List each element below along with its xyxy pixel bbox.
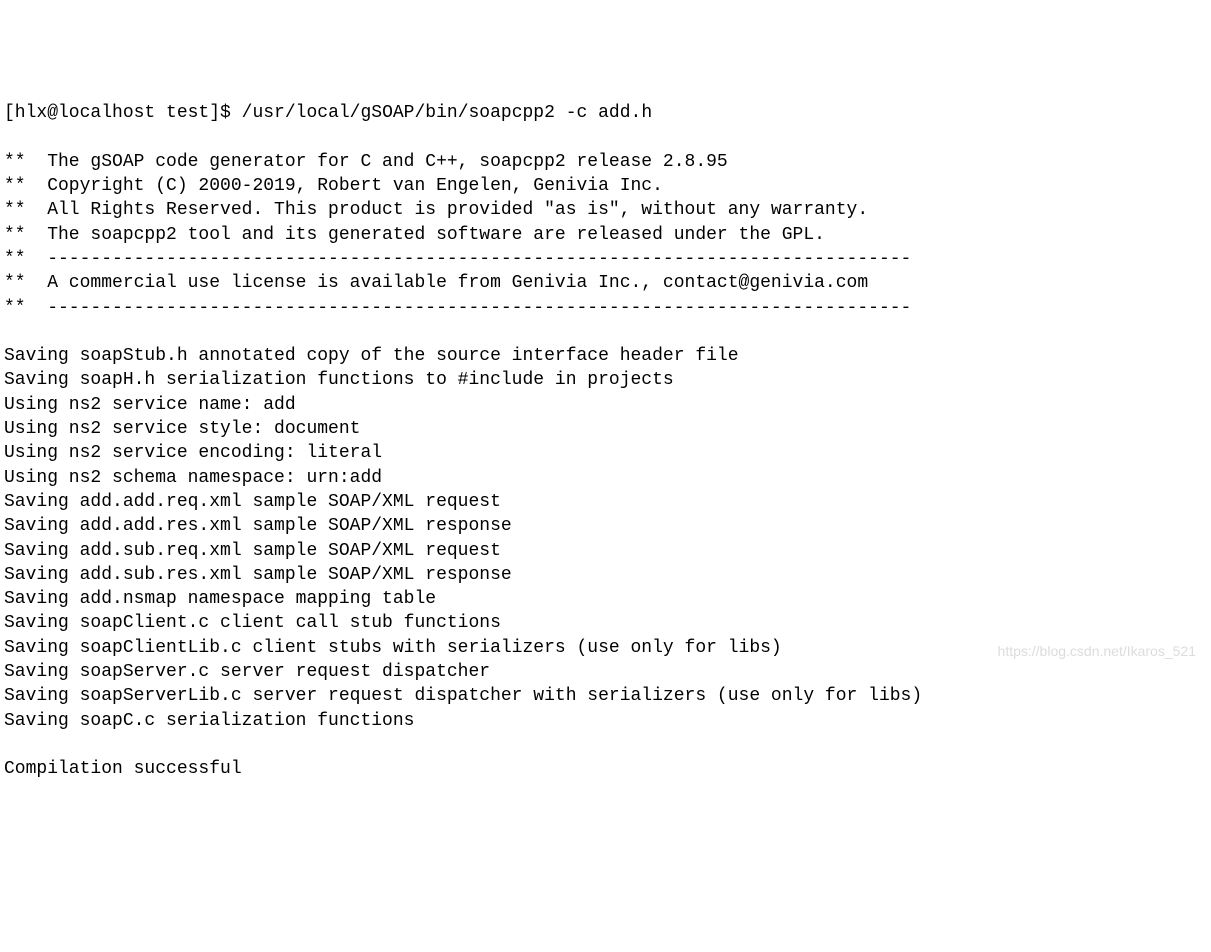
- banner-line: ** -------------------------------------…: [4, 298, 911, 318]
- output-line: Saving soapH.h serialization functions t…: [4, 370, 674, 390]
- banner-line: ** The soapcpp2 tool and its generated s…: [4, 225, 825, 245]
- output-line: Saving add.nsmap namespace mapping table: [4, 589, 436, 609]
- compilation-result: Compilation successful: [4, 759, 242, 779]
- output-line: Saving add.sub.req.xml sample SOAP/XML r…: [4, 541, 501, 561]
- output-line: Saving soapServer.c server request dispa…: [4, 662, 490, 682]
- output-line: Using ns2 service style: document: [4, 419, 360, 439]
- banner-line: ** All Rights Reserved. This product is …: [4, 200, 868, 220]
- output-line: Saving soapC.c serialization functions: [4, 711, 414, 731]
- output-line: Using ns2 service encoding: literal: [4, 443, 382, 463]
- banner-line: ** A commercial use license is available…: [4, 273, 868, 293]
- output-line: Saving add.add.req.xml sample SOAP/XML r…: [4, 492, 501, 512]
- output-line: Saving soapClient.c client call stub fun…: [4, 613, 501, 633]
- output-line: Saving soapClientLib.c client stubs with…: [4, 638, 782, 658]
- banner-line: ** Copyright (C) 2000-2019, Robert van E…: [4, 176, 663, 196]
- command-text: /usr/local/gSOAP/bin/soapcpp2 -c add.h: [242, 103, 652, 123]
- output-line: Using ns2 service name: add: [4, 395, 296, 415]
- terminal-output[interactable]: [hlx@localhost test]$ /usr/local/gSOAP/b…: [4, 101, 1207, 781]
- output-line: Saving add.add.res.xml sample SOAP/XML r…: [4, 516, 512, 536]
- output-line: Using ns2 schema namespace: urn:add: [4, 468, 382, 488]
- output-line: Saving soapStub.h annotated copy of the …: [4, 346, 739, 366]
- banner-line: ** The gSOAP code generator for C and C+…: [4, 152, 728, 172]
- output-line: Saving soapServerLib.c server request di…: [4, 686, 922, 706]
- output-line: Saving add.sub.res.xml sample SOAP/XML r…: [4, 565, 512, 585]
- shell-prompt: [hlx@localhost test]$: [4, 103, 231, 123]
- banner-line: ** -------------------------------------…: [4, 249, 911, 269]
